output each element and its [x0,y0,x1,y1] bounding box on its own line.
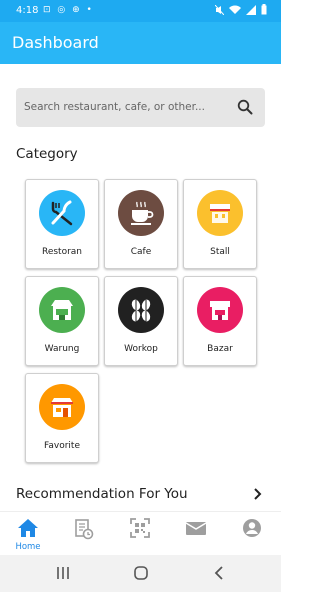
nav-profile[interactable] [224,512,280,556]
profile-icon [243,519,261,537]
signal-icon [246,4,256,15]
system-icons [215,4,267,15]
nav-home[interactable]: Home [0,512,56,556]
qr-scan-icon [130,518,150,538]
category-title: Category [16,146,78,162]
category-cafe[interactable]: Cafe [104,179,178,269]
category-restoran[interactable]: Restoran [25,179,99,269]
coffee-beans-icon [118,287,164,333]
search-icon[interactable] [237,99,253,115]
mail-icon [186,522,206,535]
category-stall[interactable]: Stall [183,179,257,269]
category-favorite[interactable]: Favorite [25,373,99,463]
fork-knife-icon [39,190,85,236]
category-workop[interactable]: Workop [104,276,178,366]
history-icon [75,519,94,540]
category-label: Stall [210,247,230,257]
category-label: Favorite [44,441,80,451]
category-label: Warung [44,344,80,354]
nav-history[interactable] [56,512,112,556]
chevron-right-icon[interactable] [253,487,263,501]
home-button-icon[interactable] [133,565,149,581]
notification-icons: ⊡ ◎ ⊕ • [43,5,94,15]
bazar-shop-icon [197,287,243,333]
warung-shop-icon [39,287,85,333]
favorite-shop-icon [39,384,85,430]
search-bar[interactable] [16,88,265,127]
status-time: 4:18 [16,5,39,16]
system-navigation-bar [0,555,281,592]
app-bar: Dashboard [0,22,281,64]
category-label: Bazar [207,344,233,354]
category-warung[interactable]: Warung [25,276,99,366]
stall-icon [197,190,243,236]
category-label: Restoran [41,247,83,257]
nav-scan[interactable] [112,512,168,556]
page-title: Dashboard [12,33,99,52]
home-icon [18,519,38,537]
status-bar: 4:18 ⊡ ◎ ⊕ • [0,0,281,22]
back-icon[interactable] [213,565,225,581]
bottom-nav: Home [0,511,281,556]
category-label: Workop [124,344,158,354]
mute-icon [215,4,224,15]
nav-home-label: Home [15,542,41,552]
search-input[interactable] [24,97,229,117]
category-label: Cafe [130,247,152,257]
recommendation-title: Recommendation For You [16,486,188,502]
battery-icon [261,4,267,15]
coffee-cup-icon [118,190,164,236]
nav-messages[interactable] [168,512,224,556]
recent-apps-icon[interactable] [56,565,70,581]
category-bazar[interactable]: Bazar [183,276,257,366]
wifi-icon [229,5,241,14]
